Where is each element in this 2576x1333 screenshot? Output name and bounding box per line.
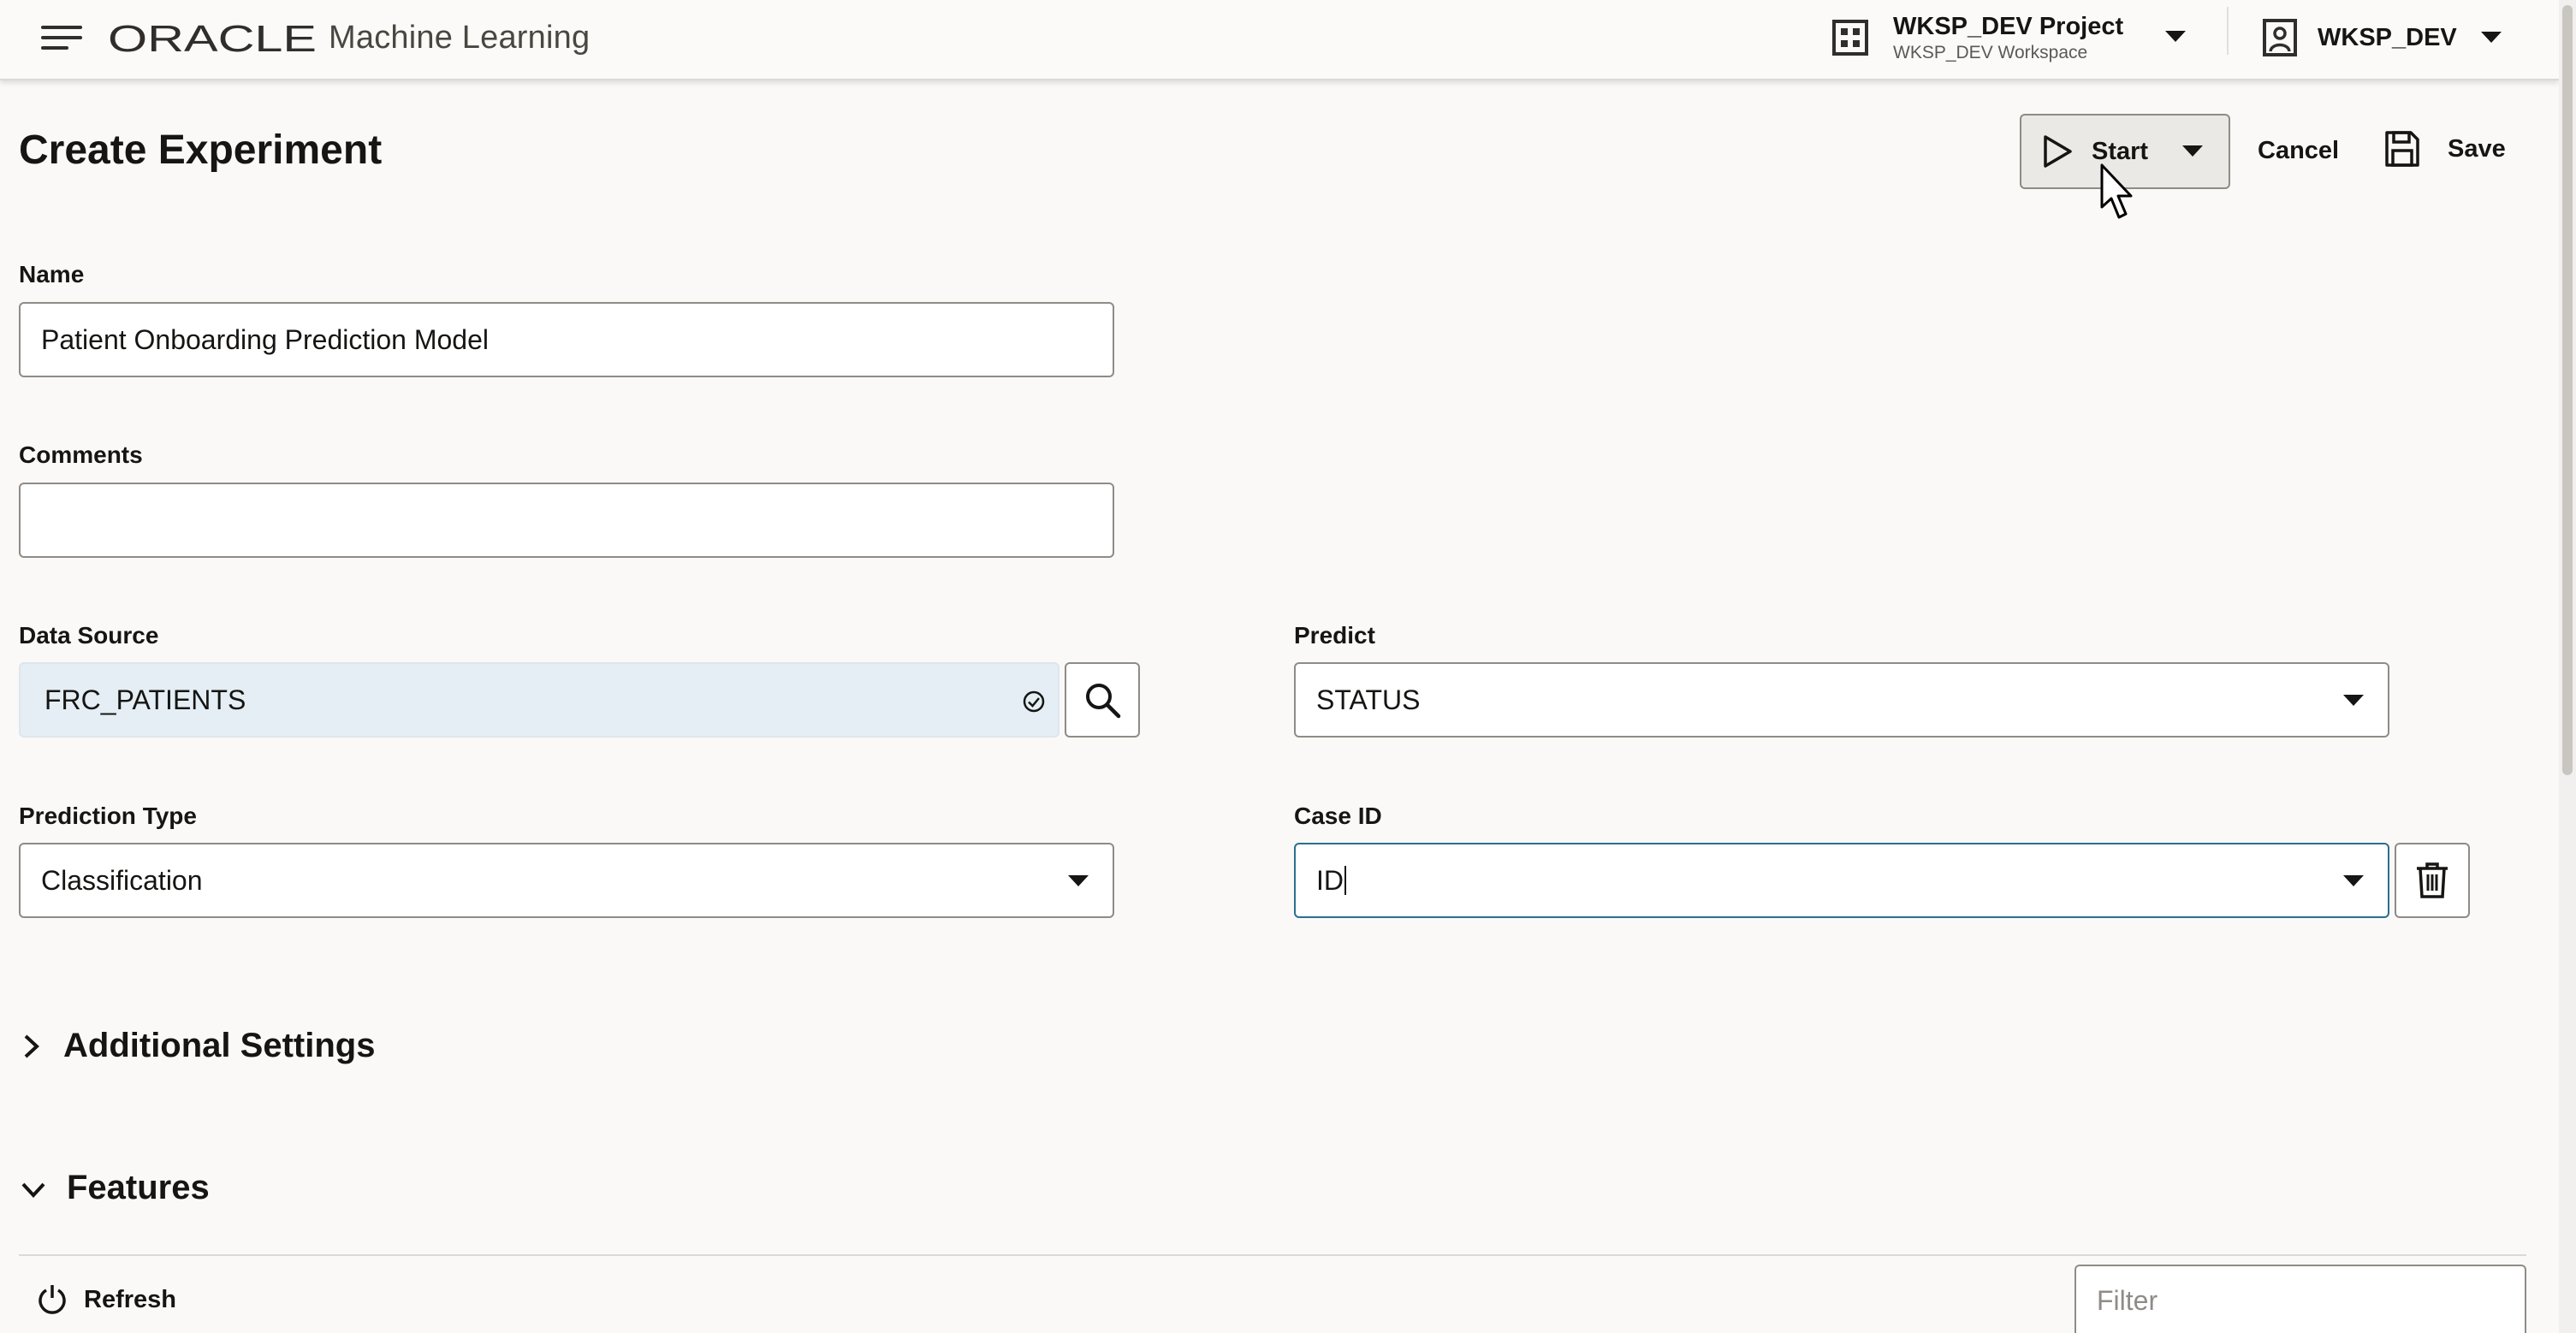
project-title: WKSP_DEV Project xyxy=(1893,12,2124,40)
chevron-down-icon xyxy=(2480,32,2502,43)
page-scrollbar[interactable] xyxy=(2559,0,2576,1333)
refresh-label: Refresh xyxy=(84,1285,176,1313)
trash-icon xyxy=(2417,862,2448,898)
user-name: WKSP_DEV xyxy=(2318,23,2457,51)
chevron-right-icon xyxy=(24,1034,39,1058)
comments-label: Comments xyxy=(19,441,143,468)
case-id-value: ID xyxy=(1316,864,1344,896)
chevron-down-icon xyxy=(2343,875,2364,886)
floppy-disk-icon xyxy=(2385,131,2419,167)
filter-input[interactable]: Filter xyxy=(2074,1265,2526,1333)
chevron-down-icon xyxy=(21,1182,45,1198)
project-switcher[interactable]: WKSP_DEV Project WKSP_DEV Workspace xyxy=(1831,12,2186,63)
search-button[interactable] xyxy=(1065,662,1140,738)
start-label: Start xyxy=(2092,137,2149,165)
refresh-icon xyxy=(39,1285,66,1314)
refresh-button[interactable]: Refresh xyxy=(36,1283,176,1316)
name-label: Name xyxy=(19,261,85,287)
features-toolbar: Refresh Filter xyxy=(19,1254,2526,1333)
header-divider xyxy=(2227,7,2229,55)
chevron-down-icon xyxy=(2343,695,2364,706)
grid-icon xyxy=(1832,20,1868,56)
save-button[interactable]: Save xyxy=(2384,130,2506,168)
svg-text:ORACLE: ORACLE xyxy=(108,22,317,53)
save-label: Save xyxy=(2448,134,2506,163)
cancel-button[interactable]: Cancel xyxy=(2258,137,2339,165)
play-icon xyxy=(2044,135,2072,168)
name-input[interactable]: Patient Onboarding Prediction Model xyxy=(19,302,1114,377)
text-cursor xyxy=(1344,866,1346,895)
comments-input[interactable] xyxy=(19,483,1114,558)
chevron-down-icon xyxy=(1068,875,1089,886)
data-source-value: FRC_PATIENTS xyxy=(45,684,246,715)
user-menu[interactable]: WKSP_DEV xyxy=(2263,14,2502,62)
case-id-select[interactable]: ID xyxy=(1294,843,2389,918)
delete-case-id-button[interactable] xyxy=(2395,843,2470,918)
data-source-label: Data Source xyxy=(19,622,159,649)
page-title: Create Experiment xyxy=(19,127,383,173)
scrollbar-thumb[interactable] xyxy=(2562,5,2573,775)
features-toggle[interactable]: Features xyxy=(21,1169,210,1207)
predict-value: STATUS xyxy=(1316,684,1421,715)
oracle-logo: ORACLE xyxy=(108,22,317,53)
prediction-type-select[interactable]: Classification xyxy=(19,843,1114,918)
check-circle-icon xyxy=(1023,690,1045,713)
predict-label: Predict xyxy=(1294,622,1375,649)
features-title: Features xyxy=(67,1169,210,1206)
app-header: ORACLE Machine Learning WKSP_DEV Project… xyxy=(0,0,2559,80)
predict-select[interactable]: STATUS xyxy=(1294,662,2389,738)
chevron-down-icon xyxy=(2165,31,2186,42)
search-icon xyxy=(1086,684,1121,719)
brand: ORACLE Machine Learning xyxy=(108,17,590,58)
additional-settings-toggle[interactable]: Additional Settings xyxy=(21,1027,375,1065)
project-subtitle: WKSP_DEV Workspace xyxy=(1893,42,2088,62)
case-id-label: Case ID xyxy=(1294,803,1382,829)
hamburger-menu-icon[interactable] xyxy=(41,22,82,53)
user-badge-icon xyxy=(2263,19,2297,56)
prediction-type-value: Classification xyxy=(41,864,203,896)
additional-settings-title: Additional Settings xyxy=(63,1027,376,1064)
data-source-input[interactable]: FRC_PATIENTS xyxy=(19,662,1059,738)
prediction-type-label: Prediction Type xyxy=(19,803,197,829)
chevron-down-icon[interactable] xyxy=(2182,145,2204,157)
app-name: Machine Learning xyxy=(329,19,591,56)
mouse-pointer-icon xyxy=(2100,163,2133,219)
